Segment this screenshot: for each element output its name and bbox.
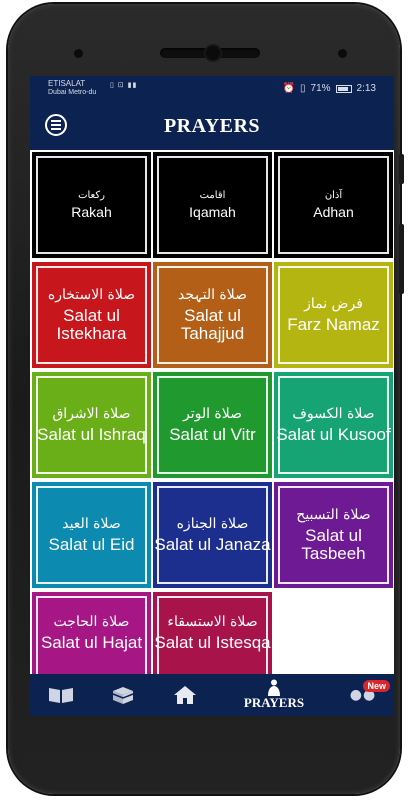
tile-arabic-label: صلاة العيد [62, 516, 121, 532]
carrier-info: ETISALAT Dubai Metro-du [48, 79, 96, 97]
tile-english-label: Salat ul Tasbeeh [301, 526, 366, 563]
clock: 2:13 [356, 83, 376, 94]
tile-english-label: Iqamah [189, 203, 236, 220]
tile-salat-istesqa[interactable]: صلاة الاستسقاء Salat ul Istesqa [153, 592, 272, 674]
nav-prayers-label: PRAYERS [243, 695, 305, 710]
menu-icon[interactable] [45, 114, 67, 136]
tile-adhan[interactable]: آذان Adhan [274, 152, 393, 258]
carrier-name: ETISALAT [48, 79, 86, 88]
alarm-icon: ⏰ [282, 83, 295, 94]
tile-arabic-label: صلاة الاشراق [52, 406, 131, 422]
page-title: PRAYERS [163, 114, 261, 137]
phone-frame: ETISALAT Dubai Metro-du ▯ ⊡ ▮▮ ⏰ ▯ 71% 2… [8, 4, 404, 794]
new-badge: New [363, 680, 390, 692]
status-right: ⏰ ▯ 71% 2:13 [283, 83, 376, 94]
home-icon [174, 686, 196, 704]
tile-rakah[interactable]: ركعات Rakah [32, 152, 151, 258]
tile-english-label: Salat ul Istekhara [56, 306, 127, 343]
tile-salat-ishraq[interactable]: صلاة الاشراق Salat ul Ishraq [32, 372, 151, 478]
tile-arabic-label: صلاة الاستخاره [47, 287, 136, 303]
nav-kaaba[interactable] [92, 674, 154, 716]
book-icon [49, 688, 73, 703]
tile-arabic-label: صلاة الاستسقاء [167, 614, 258, 630]
tile-english-label: Salat ul Tahajjud [180, 306, 245, 343]
tile-english-label: Adhan [313, 203, 354, 220]
tile-english-label: Rakah [71, 203, 112, 220]
status-bar: ETISALAT Dubai Metro-du ▯ ⊡ ▮▮ ⏰ ▯ 71% 2… [30, 76, 394, 102]
network-name: Dubai Metro-du [48, 89, 97, 96]
battery-percent: 71% [310, 83, 331, 94]
volume-button [399, 154, 404, 184]
tile-arabic-label: صلاة التہجد [178, 287, 247, 303]
tile-arabic-label: صلاة الکسوف [292, 406, 375, 422]
tile-salat-tahajjud[interactable]: صلاة التہجد Salat ul Tahajjud [153, 262, 272, 368]
front-camera [204, 44, 222, 62]
kaaba-icon [112, 687, 134, 704]
tile-salat-istekhara[interactable]: صلاة الاستخاره Salat ul Istekhara [32, 262, 151, 368]
app-bar: PRAYERS [30, 102, 394, 150]
tile-arabic-label: اقامت [199, 189, 226, 201]
battery-icon [335, 84, 352, 93]
tile-arabic-label: صلاة التسبیح [296, 507, 371, 523]
power-button [399, 224, 404, 294]
tile-farz-namaz[interactable]: فرض نماز Farz Namaz [274, 262, 393, 368]
tile-iqamah[interactable]: اقامت Iqamah [153, 152, 272, 258]
nav-home[interactable] [154, 674, 216, 716]
screen: ETISALAT Dubai Metro-du ▯ ⊡ ▮▮ ⏰ ▯ 71% 2… [30, 76, 394, 716]
tile-salat-eid[interactable]: صلاة العيد Salat ul Eid [32, 482, 151, 588]
nav-prayers[interactable]: PRAYERS [216, 674, 332, 716]
tile-arabic-label: صلاة الوتر [182, 406, 243, 422]
tile-english-label: Salat ul Istesqa [154, 633, 271, 652]
tile-english-label: Salat ul Ishraq [37, 425, 146, 444]
tile-salat-hajat[interactable]: صلاة الحاجت Salat ul Hajat [32, 592, 151, 674]
notification-icons: ▯ ⊡ ▮▮ [110, 82, 138, 89]
tile-english-label: Salat ul Kusoof [276, 425, 391, 444]
tile-salat-vitr[interactable]: صلاة الوتر Salat ul Vitr [153, 372, 272, 478]
tile-arabic-label: فرض نماز [304, 296, 363, 312]
tile-english-label: Salat ul Vitr [169, 425, 256, 444]
prayer-grid: ركعات Rakah اقامت Iqamah آذان Adhan صلاة… [30, 150, 394, 674]
tile-salat-kusoof[interactable]: صلاة الکسوف Salat ul Kusoof [274, 372, 393, 478]
tile-arabic-label: ركعات [78, 189, 105, 201]
tile-arabic-label: صلاة الجنازه [176, 516, 249, 532]
bottom-navigation: PRAYERS ●● New [30, 674, 394, 716]
tile-salat-tasbeeh[interactable]: صلاة التسبیح Salat ul Tasbeeh [274, 482, 393, 588]
tile-english-label: Farz Namaz [287, 315, 380, 334]
tile-arabic-label: آذان [324, 189, 343, 201]
tile-english-label: Salat ul Janaza [154, 535, 271, 554]
tile-salat-janaza[interactable]: صلاة الجنازه Salat ul Janaza [153, 482, 272, 588]
tile-english-label: Salat ul Eid [48, 535, 135, 554]
nav-more[interactable]: ●● New [332, 674, 394, 716]
nav-quran[interactable] [30, 674, 92, 716]
vibrate-icon: ▯ [300, 83, 306, 94]
proximity-sensor [74, 49, 83, 58]
light-sensor [338, 49, 347, 58]
tile-arabic-label: صلاة الحاجت [53, 614, 130, 630]
tile-english-label: Salat ul Hajat [40, 633, 143, 652]
